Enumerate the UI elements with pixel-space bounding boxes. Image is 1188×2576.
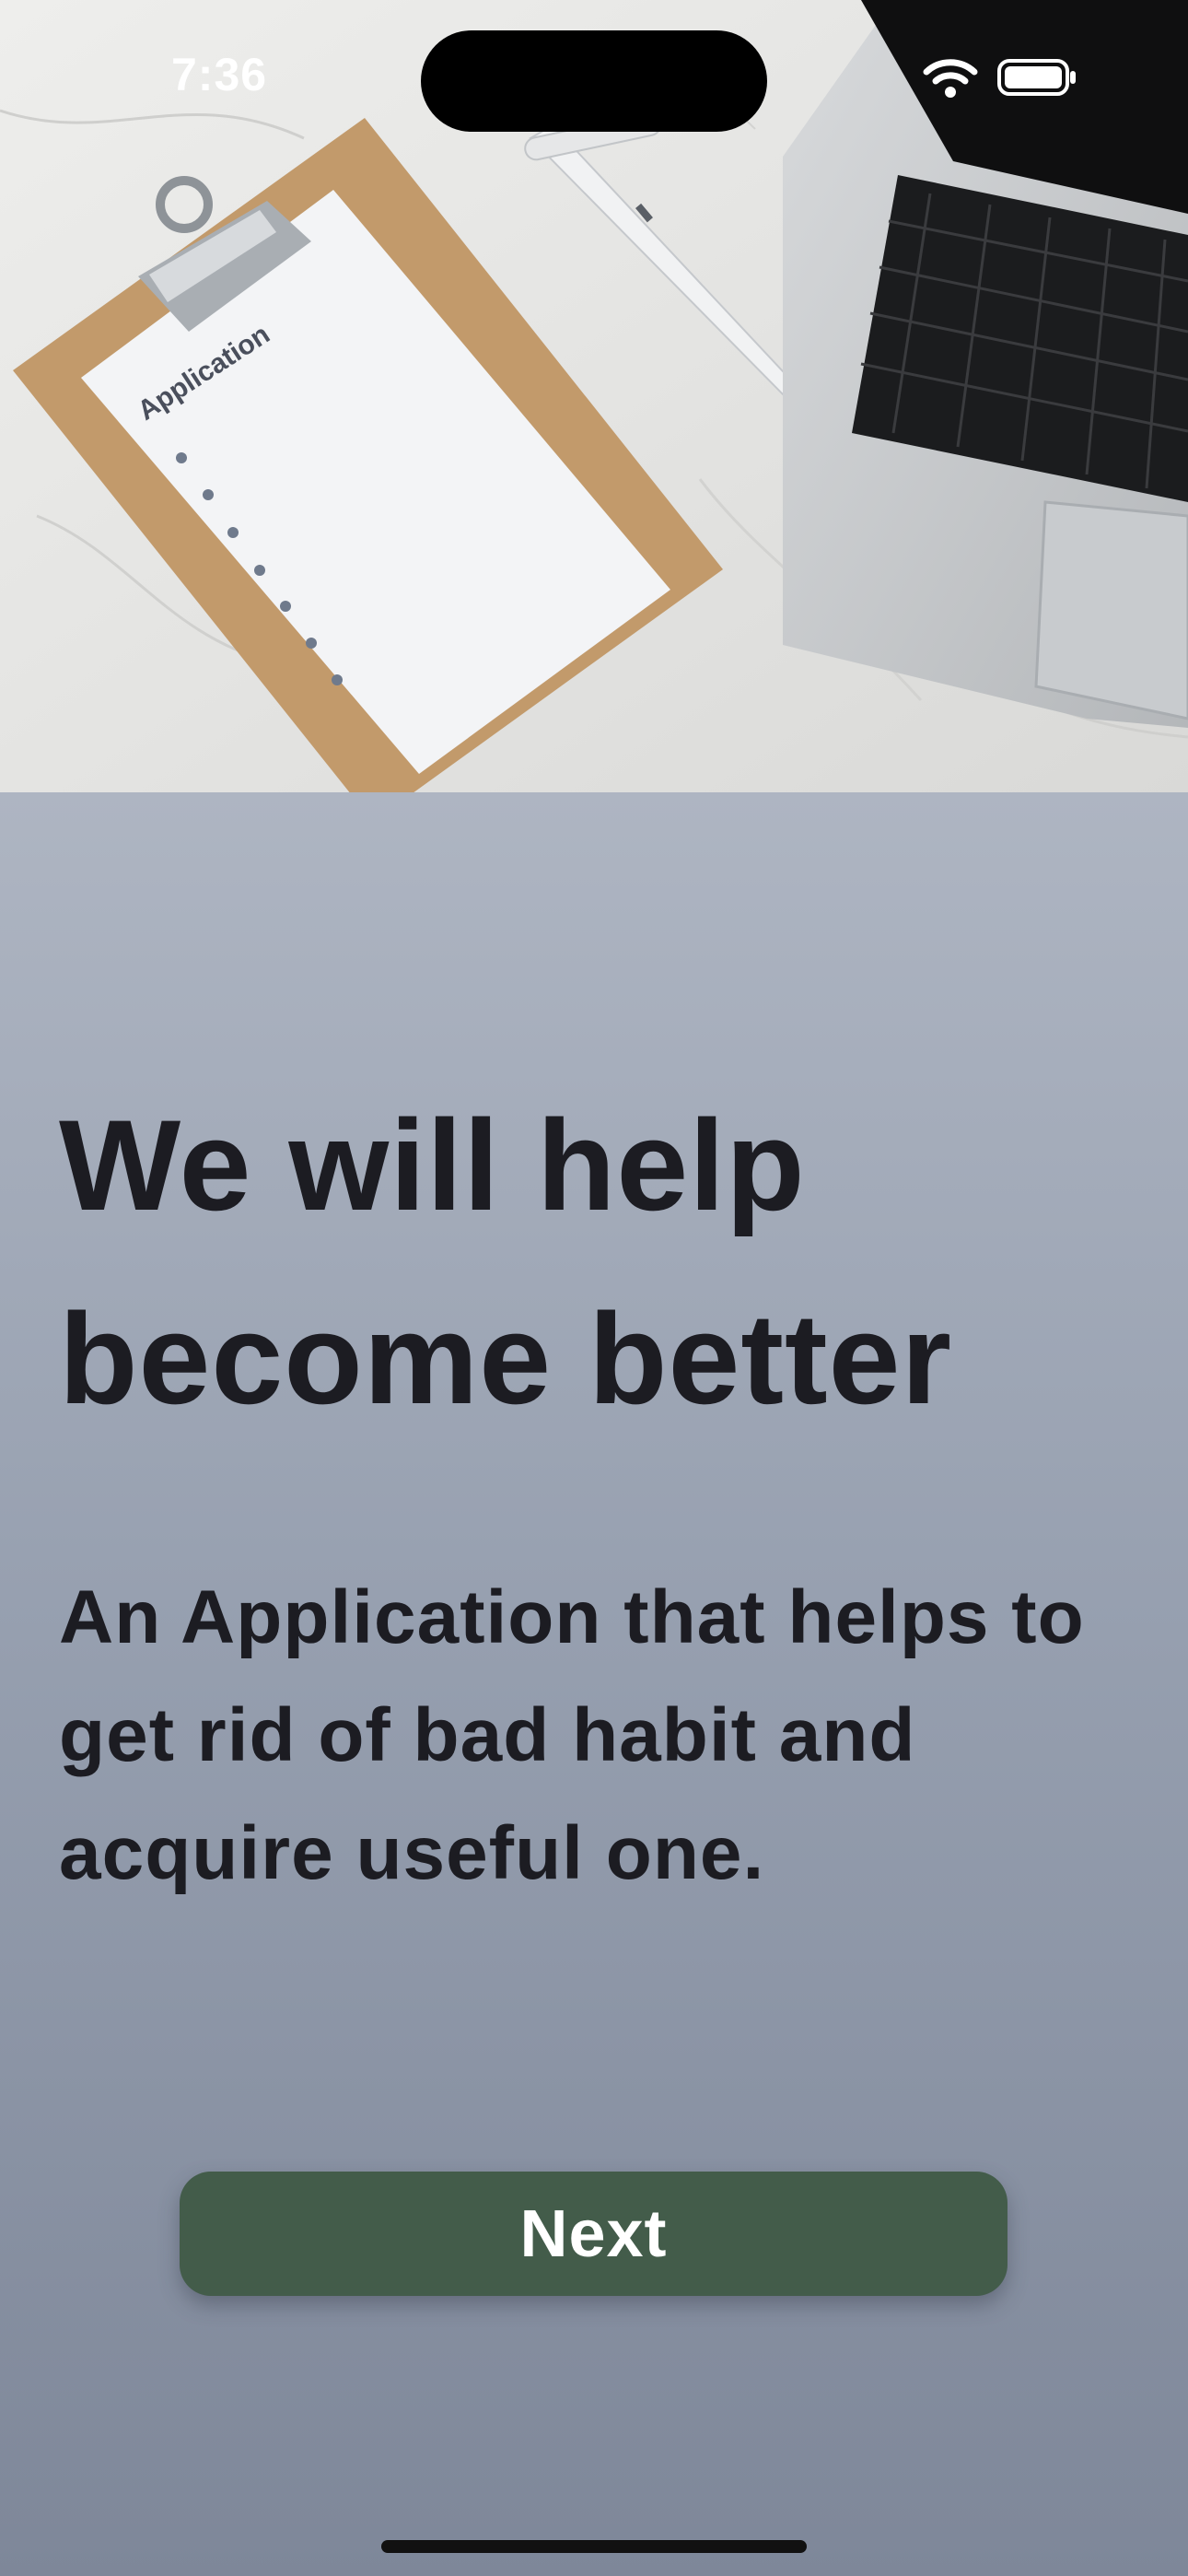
- wifi-icon: [923, 57, 978, 102]
- next-button[interactable]: Next: [180, 2172, 1007, 2296]
- headline: We will help become better: [59, 1093, 952, 1431]
- dynamic-island: [421, 30, 767, 132]
- battery-icon: [996, 57, 1077, 102]
- laptop-illustration: [783, 0, 1188, 728]
- status-icons: [923, 57, 1077, 102]
- onboarding-screen: Application 7:36 We will help become bet…: [0, 0, 1188, 2576]
- subtitle: An Application that helps to get rid of …: [59, 1575, 1085, 1895]
- status-time: 7:36: [171, 49, 268, 100]
- home-indicator[interactable]: [381, 2540, 807, 2553]
